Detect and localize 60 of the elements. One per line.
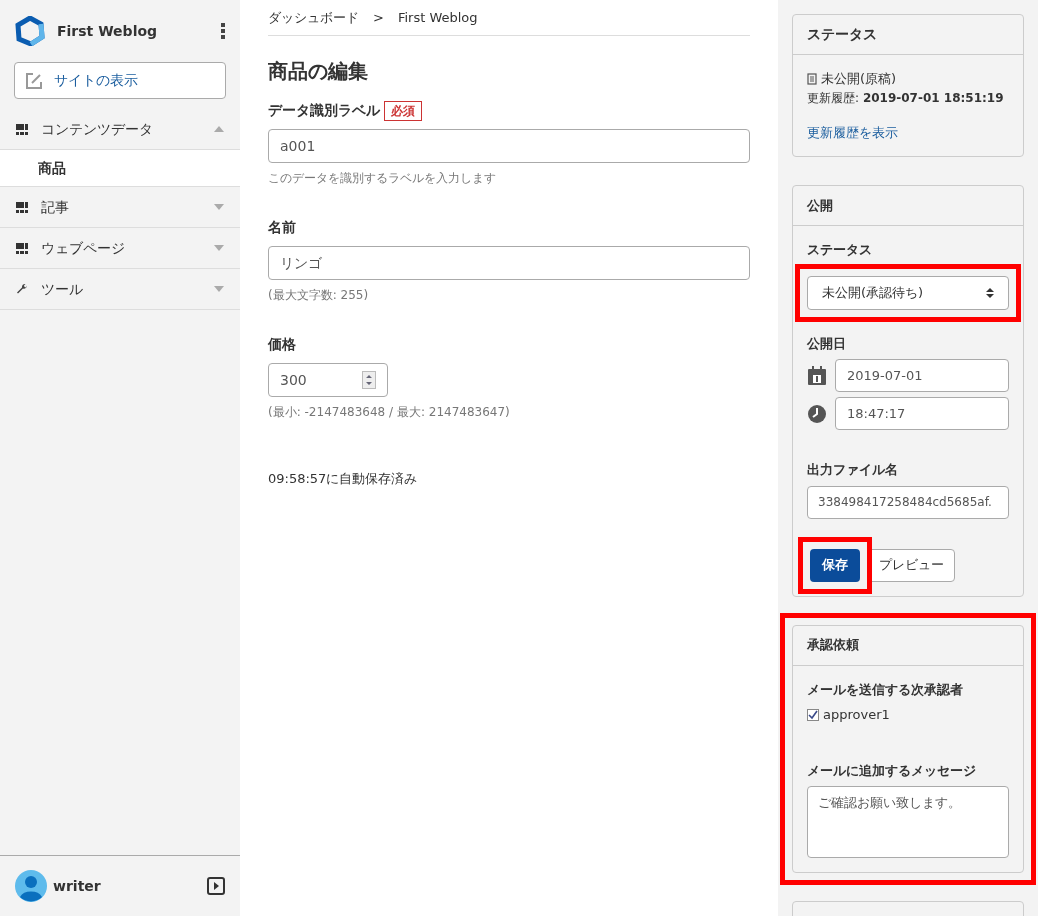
view-site-button[interactable]: サイトの表示: [14, 62, 226, 99]
clipboard-icon: [807, 72, 817, 85]
grid-icon: [16, 201, 28, 213]
nav-item[interactable]: コンテンツデータ: [0, 109, 240, 149]
site-name: First Weblog: [57, 21, 159, 41]
sort-caret-icon: [986, 286, 994, 299]
checkbox[interactable]: [807, 708, 819, 721]
save-button[interactable]: 保存: [810, 548, 860, 582]
field-label: 公開日: [807, 334, 847, 353]
field-label: 価格: [268, 335, 296, 354]
caret-down-icon: [214, 204, 224, 210]
play-square-icon[interactable]: [207, 877, 225, 895]
avatar-icon: [15, 870, 47, 902]
date-field[interactable]: 2019-07-01: [835, 359, 1009, 392]
clock-icon: [807, 403, 827, 424]
status-select[interactable]: 未公開(承認待ち): [807, 275, 1009, 310]
calendar-icon: [807, 365, 827, 386]
page-title: 商品の編集: [268, 58, 369, 85]
spinner-icon[interactable]: [362, 371, 376, 389]
card-title: 公開: [793, 186, 1023, 226]
user-name: writer: [53, 876, 102, 896]
logo-icon: [15, 16, 45, 46]
autosave-status: 09:58:57に自動保存済み: [268, 470, 419, 488]
message-field[interactable]: ご確認お願い致します。: [807, 786, 1009, 858]
nav-item[interactable]: ウェブページ: [0, 228, 240, 268]
text-field[interactable]: リンゴ: [268, 246, 750, 280]
field-label: 名前: [268, 218, 296, 237]
grid-icon: [16, 242, 28, 254]
field-label: データ識別ラベル: [268, 101, 380, 120]
number-field[interactable]: 300: [268, 363, 388, 397]
field-label: 出力ファイル名: [807, 461, 899, 479]
time-field[interactable]: 18:47:17: [835, 397, 1009, 430]
field-label: ステータス: [807, 241, 873, 259]
nav-item[interactable]: ツール: [0, 269, 240, 309]
nav-item[interactable]: 記事: [0, 187, 240, 227]
status-text: 未公開(原稿): [821, 70, 897, 88]
history-link[interactable]: 更新履歴を表示: [807, 122, 1009, 142]
caret-down-icon: [214, 245, 224, 251]
caret-down-icon: [214, 286, 224, 292]
card-title: ステータス: [793, 15, 1023, 55]
breadcrumb-link[interactable]: ダッシュボード: [268, 7, 359, 28]
field-label: メールを送信する次承認者: [807, 680, 964, 699]
nav-subitem[interactable]: 商品: [0, 149, 240, 186]
breadcrumb-link[interactable]: First Weblog: [397, 7, 478, 28]
text-field[interactable]: a001: [268, 129, 750, 163]
field-label: メールに追加するメッセージ: [807, 761, 977, 780]
approver-name: approver1: [823, 706, 890, 724]
wrench-icon: [16, 283, 28, 295]
external-edit-icon: [26, 72, 42, 89]
updated-text: 更新履歴: 2019-07-01 18:51:19: [807, 89, 1005, 107]
field-hint: (最大文字数: 255): [268, 287, 370, 304]
caret-up-icon: [214, 126, 224, 132]
filename-field[interactable]: 338498417258484cd5685af.: [807, 485, 1009, 519]
more-menu-icon[interactable]: [221, 23, 225, 39]
grid-icon: [16, 123, 28, 135]
breadcrumb-separator: >: [373, 8, 384, 27]
field-hint: (最小: -2147483648 / 最大: 2147483647): [268, 404, 511, 421]
card-title: 承認依頼: [793, 625, 1023, 666]
field-hint: このデータを識別するラベルを入力します: [268, 170, 497, 187]
required-badge: 必須: [384, 100, 422, 121]
